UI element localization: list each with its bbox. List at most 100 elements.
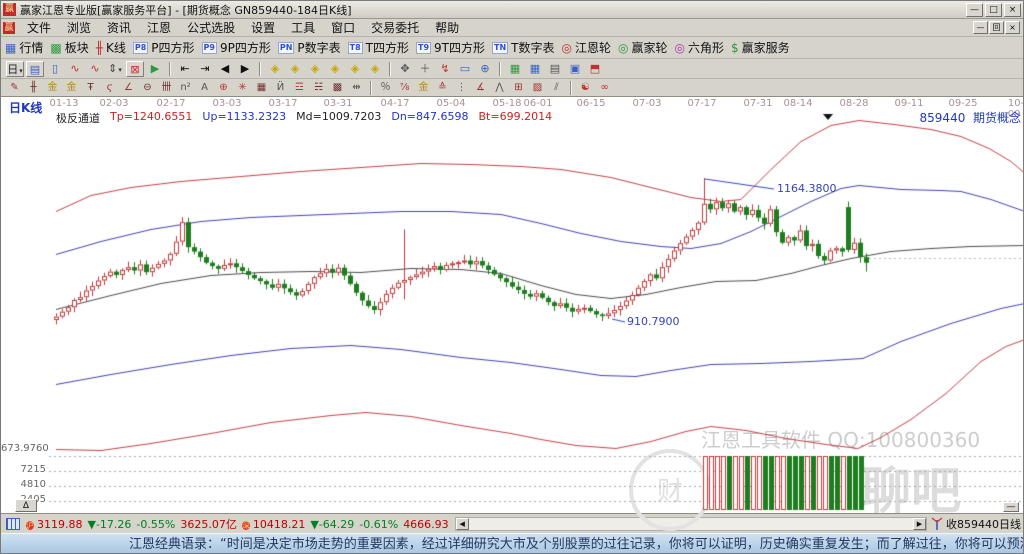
n2-tool-icon[interactable]: n² bbox=[177, 80, 194, 95]
golden-section-tool-icon[interactable]: 金 bbox=[44, 80, 61, 95]
gann-diamond-4-icon[interactable]: ◈ bbox=[326, 61, 344, 77]
yinyang-icon[interactable]: ☯ bbox=[577, 80, 594, 95]
save-icon[interactable]: ▣ bbox=[566, 61, 584, 77]
overlay-icon[interactable]: ⊠ bbox=[126, 60, 144, 77]
wheel-small-icon[interactable]: ⊕ bbox=[476, 61, 494, 77]
print-icon[interactable]: ⬒ bbox=[586, 61, 604, 77]
toolbar-winner-service[interactable]: $ 赢家服务 bbox=[731, 39, 790, 56]
toolbar-9t-square[interactable]: T9 9T四方形 bbox=[416, 39, 485, 56]
trend-zigzag2-icon[interactable]: ∿ bbox=[86, 61, 104, 77]
mdi-minimize-button[interactable]: — bbox=[973, 21, 988, 34]
gann-diamond-6-icon[interactable]: ◈ bbox=[366, 61, 384, 77]
toolbar-sectors[interactable]: ▩ 板块 bbox=[50, 39, 88, 56]
menu-item-8[interactable]: 交易委托 bbox=[363, 20, 427, 36]
hatch-tool-icon[interactable]: ▨ bbox=[529, 80, 546, 95]
pct-line-tool-icon[interactable]: ％ bbox=[377, 80, 394, 95]
slope-tool-icon[interactable]: ⫽ bbox=[548, 80, 565, 95]
gann-fan-tool-icon[interactable]: ⊕ bbox=[215, 80, 232, 95]
hand-tool-icon[interactable]: ✥ bbox=[396, 61, 414, 77]
wave-tool-icon[interactable]: Ӥ bbox=[272, 80, 289, 95]
gann-diamond-1-icon[interactable]: ◈ bbox=[266, 61, 284, 77]
star-tool-icon[interactable]: ✳ bbox=[234, 80, 251, 95]
zigzag-tool-icon[interactable]: ↯ bbox=[436, 61, 454, 77]
wedge-tool-icon[interactable]: ⋀ bbox=[491, 80, 508, 95]
toolbar-9p-square[interactable]: P9 9P四方形 bbox=[201, 39, 271, 56]
indicator-field-3: Dn=847.6598 bbox=[391, 110, 469, 123]
menu-item-9[interactable]: 帮助 bbox=[427, 20, 467, 36]
kline-chart-canvas[interactable] bbox=[1, 97, 1023, 513]
time-ruler-tool-icon[interactable]: Ŧ bbox=[82, 80, 99, 95]
minimize-button[interactable]: — bbox=[966, 2, 983, 17]
scroll-left-icon[interactable]: ◀ bbox=[455, 517, 469, 530]
angle-pct-tool-icon[interactable]: ∡ bbox=[472, 80, 489, 95]
price-pct-tool-icon[interactable]: ≙ bbox=[434, 80, 451, 95]
toolbar-gann-wheel[interactable]: ◎ 江恩轮 bbox=[562, 39, 612, 56]
prev-bar-icon[interactable]: ◀ bbox=[216, 61, 234, 77]
box-tool-icon[interactable]: ▦ bbox=[253, 80, 270, 95]
panel-icon[interactable]: ▭ bbox=[456, 61, 474, 77]
fib-time-tool-icon[interactable]: ⋮ bbox=[453, 80, 470, 95]
toolbar-t-table[interactable]: TN T数字表 bbox=[492, 39, 555, 56]
menu-item-4[interactable]: 公式选股 bbox=[179, 20, 243, 36]
gann-grid-tool-icon[interactable]: ╫ bbox=[25, 80, 42, 95]
calendar-icon[interactable]: ▦ bbox=[506, 61, 524, 77]
crosshair-tool-icon[interactable]: ＋ bbox=[416, 61, 434, 77]
menu-item-5[interactable]: 设置 bbox=[243, 20, 283, 36]
menu-item-0[interactable]: 文件 bbox=[19, 20, 59, 36]
mdi-close-button[interactable]: × bbox=[1005, 21, 1020, 34]
menu-item-7[interactable]: 窗口 bbox=[323, 20, 363, 36]
first-bar-icon[interactable]: ⇤ bbox=[176, 61, 194, 77]
toolbar-winner-wheel[interactable]: ◎ 赢家轮 bbox=[618, 39, 668, 56]
mdi-restore-button[interactable]: 回 bbox=[989, 21, 1004, 34]
net-tool-icon[interactable]: ▩ bbox=[329, 80, 346, 95]
gann-diamond-3-icon[interactable]: ◈ bbox=[306, 61, 324, 77]
gann-diamond-5-icon[interactable]: ◈ bbox=[346, 61, 364, 77]
menu-item-1[interactable]: 浏览 bbox=[59, 20, 99, 36]
info-view-icon[interactable]: ▯ bbox=[46, 61, 64, 77]
indicator-name[interactable]: 极反通道 bbox=[56, 110, 100, 126]
notes-icon[interactable]: ▤ bbox=[546, 61, 564, 77]
last-bar-icon[interactable]: ⇥ bbox=[196, 61, 214, 77]
pane-toggle-button[interactable]: Δ bbox=[15, 499, 37, 512]
golden-spiral-tool-icon[interactable]: 金 bbox=[63, 80, 80, 95]
title-bar[interactable]: 赢 赢家江恩专业版[赢家服务平台] - [期货概念 GN859440-184日K… bbox=[1, 1, 1023, 19]
toolbar-p-square[interactable]: P8 P四方形 bbox=[132, 39, 195, 56]
toolbar-kline[interactable]: ╫ K线 bbox=[96, 39, 126, 56]
gann-diamond-2-icon[interactable]: ◈ bbox=[286, 61, 304, 77]
pct-retrace-tool-icon[interactable]: ⅞ bbox=[396, 80, 413, 95]
grid2-tool-icon[interactable]: ⊞ bbox=[510, 80, 527, 95]
grid-lines-tool-icon[interactable]: 卌 bbox=[158, 80, 175, 95]
candle-style-icon[interactable]: ⇕▾ bbox=[106, 61, 124, 77]
market-grid-icon[interactable] bbox=[6, 517, 20, 530]
ladder-tool-icon[interactable]: ☲ bbox=[291, 80, 308, 95]
spiral-tool-icon[interactable]: ϛ bbox=[101, 80, 118, 95]
date-tick-10: 06-15 bbox=[576, 98, 606, 109]
index-icon-1[interactable]: 深 bbox=[241, 520, 250, 530]
toolbar-p-table[interactable]: PN P数字表 bbox=[277, 39, 341, 56]
period-selector[interactable]: 日▾ bbox=[6, 60, 24, 77]
index-icon-0[interactable]: 沪 bbox=[26, 520, 34, 530]
toolbar-t-square[interactable]: T8 T四方形 bbox=[347, 39, 409, 56]
menu-item-6[interactable]: 工具 bbox=[283, 20, 323, 36]
golden-pct-tool-icon[interactable]: 金 bbox=[415, 80, 432, 95]
chart-window-icon[interactable]: ▤ bbox=[26, 60, 44, 77]
fence-tool-icon[interactable]: ☵ bbox=[310, 80, 327, 95]
calculator-icon[interactable]: ▦ bbox=[526, 61, 544, 77]
period-label[interactable]: 日K线 bbox=[9, 99, 42, 116]
pencil-tool-icon[interactable]: ✎ bbox=[6, 80, 23, 95]
circle-tool-icon[interactable]: ⊖ bbox=[139, 80, 156, 95]
splitter-collapse-button[interactable]: — bbox=[1003, 502, 1019, 512]
menu-item-2[interactable]: 资讯 bbox=[99, 20, 139, 36]
angle-tool-icon[interactable]: ∠ bbox=[120, 80, 137, 95]
toolbar-quotes[interactable]: ▦ 行情 bbox=[5, 39, 43, 56]
trend-zigzag-icon[interactable]: ∿ bbox=[66, 61, 84, 77]
toolbar-hexagon[interactable]: ◎ 六角形 bbox=[675, 39, 725, 56]
next-bar-icon[interactable]: ▶ bbox=[236, 61, 254, 77]
flag-icon[interactable]: ▶ bbox=[146, 61, 164, 77]
maximize-button[interactable]: □ bbox=[985, 2, 1002, 17]
infinity-icon[interactable]: ∞ bbox=[596, 80, 613, 95]
text-tool-icon[interactable]: A bbox=[196, 80, 213, 95]
span-tool-icon[interactable]: ⇹ bbox=[348, 80, 365, 95]
menu-item-3[interactable]: 江恩 bbox=[139, 20, 179, 36]
close-button[interactable]: × bbox=[1004, 2, 1021, 17]
